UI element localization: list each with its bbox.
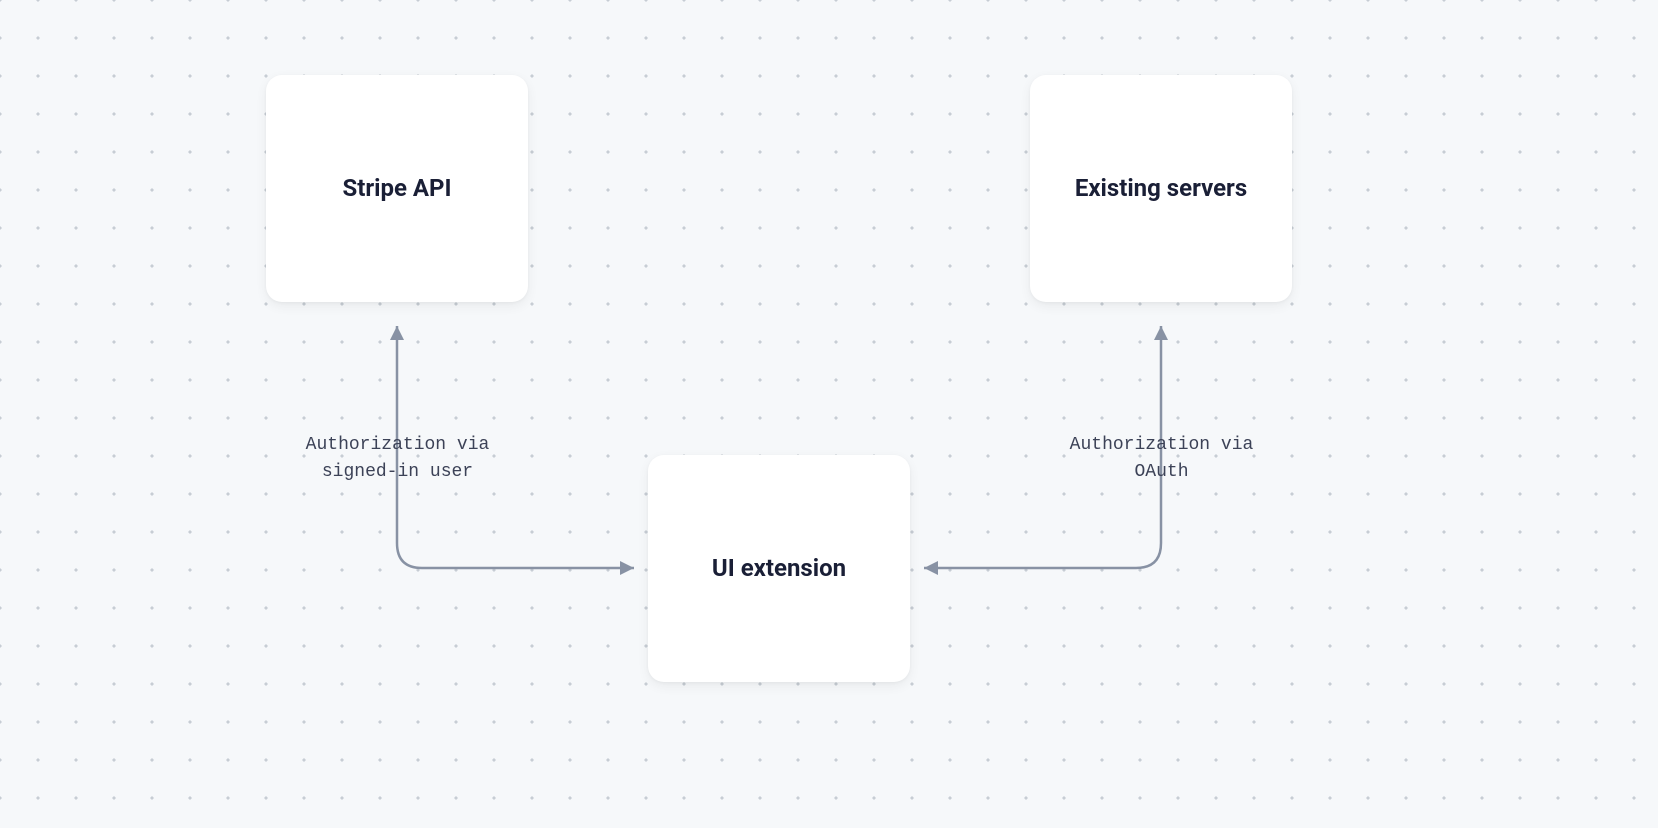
node-ui-extension: UI extension [648, 455, 910, 682]
node-existing-servers: Existing servers [1030, 75, 1292, 302]
connector-left [0, 0, 1658, 828]
node-stripe-api-label: Stripe API [342, 172, 451, 204]
edge-label-right: Authorization via OAuth [1049, 432, 1274, 486]
node-existing-servers-label: Existing servers [1075, 172, 1247, 204]
node-ui-extension-label: UI extension [712, 552, 846, 584]
connector-right [0, 0, 1658, 828]
node-stripe-api: Stripe API [266, 75, 528, 302]
edge-label-left: Authorization via signed-in user [285, 432, 510, 486]
